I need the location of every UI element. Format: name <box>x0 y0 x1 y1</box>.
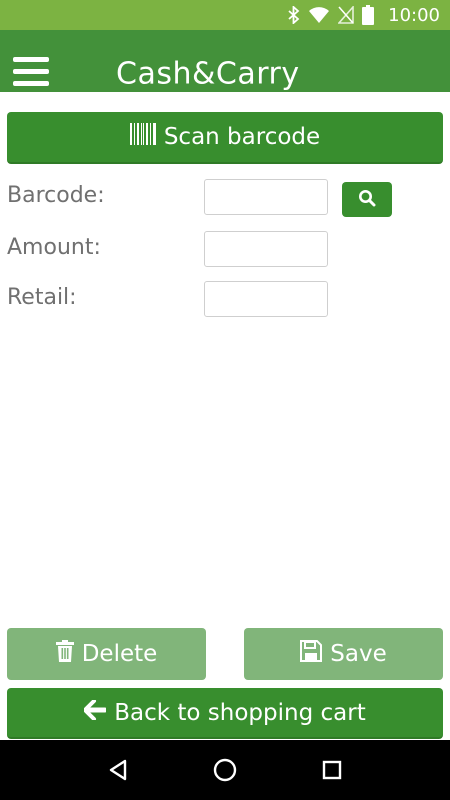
delete-label: Delete <box>81 641 158 667</box>
barcode-icon <box>129 123 156 151</box>
status-time: 10:00 <box>388 4 440 26</box>
back-to-cart-label: Back to shopping cart <box>114 699 366 726</box>
screen: 10:00 Cash&Carry Scan barcode Barcode: A… <box>0 0 450 800</box>
floppy-disk-icon <box>300 640 323 668</box>
home-circle-icon[interactable] <box>205 750 245 790</box>
search-button[interactable] <box>342 182 392 217</box>
arrow-left-icon <box>83 698 108 726</box>
hamburger-menu-icon[interactable] <box>13 57 49 89</box>
system-nav-bar <box>0 740 450 800</box>
status-bar: 10:00 <box>0 0 450 30</box>
wifi-icon <box>308 6 330 24</box>
amount-label: Amount: <box>7 235 101 260</box>
app-title: Cash&Carry <box>116 56 300 92</box>
barcode-input[interactable] <box>204 179 328 215</box>
barcode-label: Barcode: <box>7 183 105 208</box>
save-label: Save <box>330 641 387 667</box>
bluetooth-icon <box>288 6 300 24</box>
app-bar: Cash&Carry <box>0 30 450 92</box>
delete-button[interactable]: Delete <box>7 628 206 680</box>
battery-icon <box>362 5 375 25</box>
save-button[interactable]: Save <box>244 628 443 680</box>
trash-icon <box>55 640 74 668</box>
retail-input[interactable] <box>204 281 328 317</box>
back-triangle-icon[interactable] <box>98 750 138 790</box>
search-icon <box>358 189 376 211</box>
amount-input[interactable] <box>204 231 328 267</box>
scan-barcode-button[interactable]: Scan barcode <box>7 112 443 164</box>
no-sim-icon <box>338 6 354 24</box>
recents-square-icon[interactable] <box>312 750 352 790</box>
retail-label: Retail: <box>7 285 77 310</box>
back-to-cart-button[interactable]: Back to shopping cart <box>7 688 443 739</box>
scan-barcode-label: Scan barcode <box>163 124 321 150</box>
